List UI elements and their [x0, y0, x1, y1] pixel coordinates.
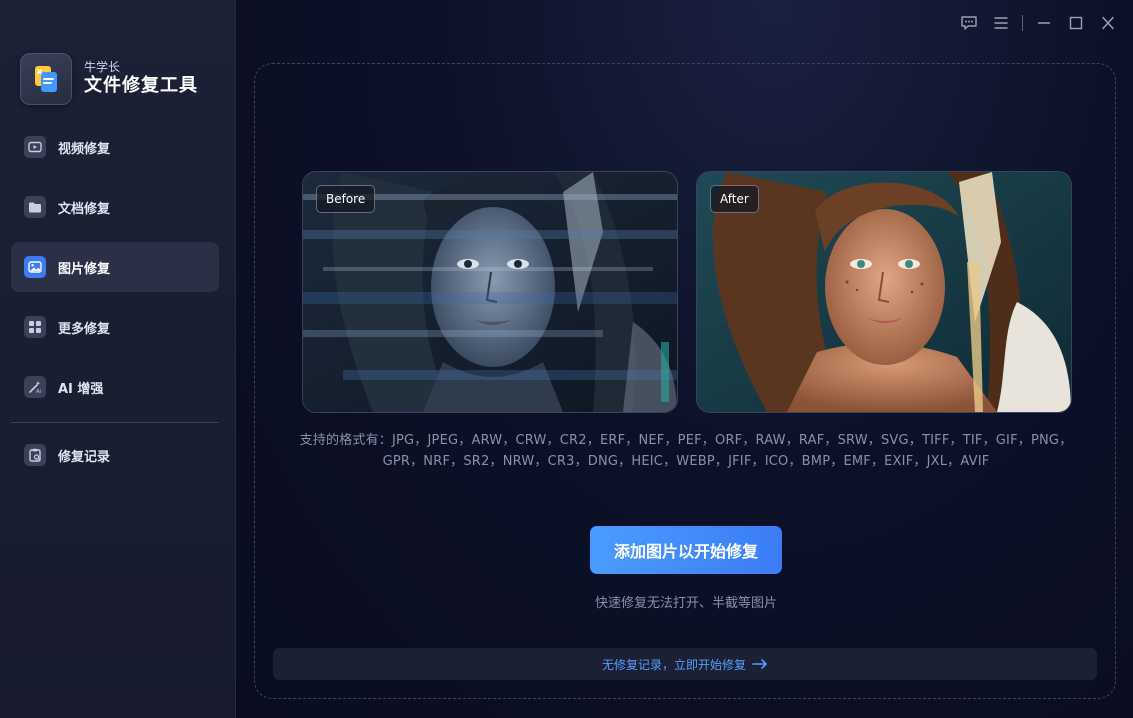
arrow-right-icon	[752, 659, 768, 669]
sidebar-item-repair-history[interactable]: 修复记录	[11, 430, 219, 480]
brand: 牛学长 文件修复工具	[20, 53, 198, 105]
supported-formats-text: 支持的格式有：JPG，JPEG，ARW，CRW，CR2，ERF，NEF，PEF，…	[275, 430, 1097, 472]
sidebar-item-label: 更多修复	[58, 321, 111, 337]
menu-icon[interactable]	[990, 12, 1012, 34]
cta-description: 快速修复无法打开、半截等图片	[594, 596, 777, 611]
close-icon[interactable]	[1097, 12, 1119, 34]
sidebar-item-more-repair[interactable]: 更多修复	[11, 302, 219, 352]
video-icon	[24, 136, 46, 158]
grid-icon	[24, 316, 46, 338]
sidebar: 牛学长 文件修复工具 视频修复 文档修复 图片修复 更多修复 AI AI 增强 …	[0, 0, 236, 718]
sidebar-item-label: 修复记录	[58, 449, 111, 465]
formats-line-2: GPR，NRF，SR2，NRW，CR3，DNG，HEIC，WEBP，JFIF，I…	[382, 454, 990, 469]
before-tag: Before	[316, 185, 376, 213]
brand-title: 文件修复工具	[84, 75, 198, 96]
history-bar-label: 无修复记录，立即开始修复	[601, 657, 746, 672]
sidebar-item-image-repair[interactable]: 图片修复	[11, 242, 219, 292]
add-image-button[interactable]: 添加图片以开始修复	[590, 526, 782, 574]
sidebar-item-label: 图片修复	[58, 261, 111, 277]
sidebar-item-ai-enhance[interactable]: AI AI 增强	[11, 362, 219, 412]
brand-subtitle: 牛学长	[84, 60, 121, 74]
before-sample-image: Before	[302, 171, 678, 413]
sidebar-item-video-repair[interactable]: 视频修复	[11, 122, 219, 172]
main-panel: Before After 支持的格式有：JPG，JPEG，ARW，CRW，CR2…	[236, 0, 1133, 718]
sidebar-item-label: AI 增强	[58, 381, 104, 397]
image-drop-zone[interactable]: Before After 支持的格式有：JPG，JPEG，ARW，CRW，CR2…	[254, 63, 1116, 699]
maximize-icon[interactable]	[1065, 12, 1087, 34]
sidebar-item-document-repair[interactable]: 文档修复	[11, 182, 219, 232]
svg-text:AI: AI	[36, 389, 41, 394]
sidebar-divider	[11, 422, 219, 423]
app-window: 牛学长 文件修复工具 视频修复 文档修复 图片修复 更多修复 AI AI 增强 …	[0, 0, 1133, 718]
sidebar-item-label: 文档修复	[58, 201, 111, 217]
after-tag: After	[710, 185, 759, 213]
repair-history-link[interactable]: 无修复记录，立即开始修复	[273, 648, 1097, 680]
sidebar-item-label: 视频修复	[58, 141, 111, 157]
sidebar-nav: 视频修复 文档修复 图片修复 更多修复 AI AI 增强	[11, 122, 219, 422]
window-controls	[948, 12, 1119, 34]
window-controls-separator	[1022, 15, 1023, 31]
minimize-icon[interactable]	[1033, 12, 1055, 34]
folder-icon	[24, 196, 46, 218]
after-sample-image: After	[696, 171, 1072, 413]
clipboard-icon	[24, 444, 46, 466]
ai-wand-icon: AI	[24, 376, 46, 398]
feedback-icon[interactable]	[958, 12, 980, 34]
sidebar-history-section: 修复记录	[11, 430, 219, 490]
app-logo-icon	[20, 53, 72, 105]
image-icon	[24, 256, 46, 278]
formats-line-1: 支持的格式有：JPG，JPEG，ARW，CRW，CR2，ERF，NEF，PEF，…	[299, 433, 1073, 448]
